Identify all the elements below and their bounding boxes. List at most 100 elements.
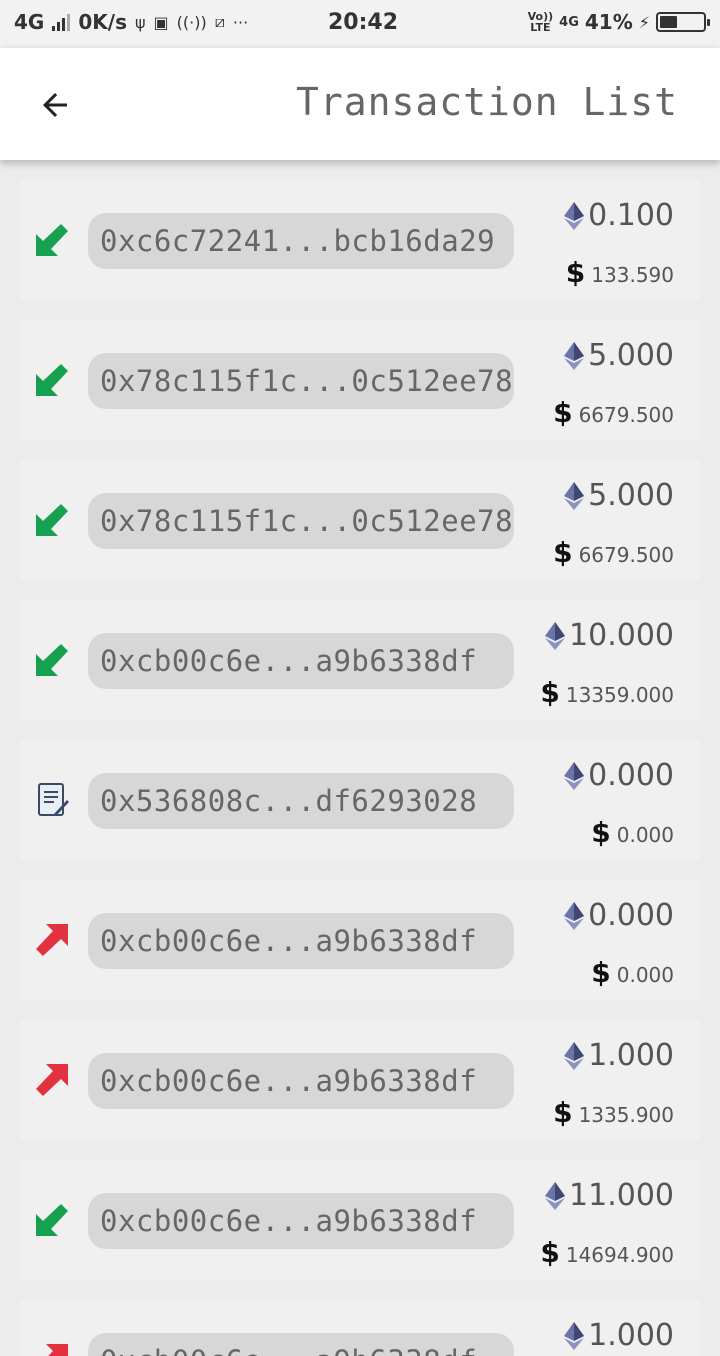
address-pill[interactable]: 0x78c115f1c...0c512ee78 <box>88 353 514 409</box>
dollar-icon: $ <box>540 1236 560 1269</box>
incoming-arrow-icon <box>32 360 72 400</box>
address-pill[interactable]: 0xcb00c6e...a9b6338df <box>88 913 514 969</box>
net-type-right: 4G <box>559 14 579 30</box>
eth-amount: 5.000 <box>564 478 674 513</box>
dollar-icon: $ <box>553 396 573 429</box>
battery-icon <box>656 12 710 32</box>
usd-value: 13359.000 <box>565 683 674 707</box>
ethereum-icon <box>545 1181 566 1210</box>
usd-amount: $14694.900 <box>540 1236 674 1269</box>
ethereum-icon <box>564 761 585 790</box>
transaction-list[interactable]: 0xc6c72241...bcb16da29 0.100 $133.590 0x78c… <box>0 160 720 1356</box>
address-pill[interactable]: 0xcb00c6e...a9b6338df <box>88 1333 514 1356</box>
clock: 20:42 <box>328 10 399 35</box>
page-title: Transaction List <box>295 80 678 124</box>
incoming-arrow-icon <box>32 500 72 540</box>
usb-icon: ψ <box>134 12 146 32</box>
dollar-icon: $ <box>553 536 573 569</box>
eth-value: 0.000 <box>588 758 674 793</box>
screenshot-icon: ⧄ <box>214 12 225 31</box>
address-pill[interactable]: 0xcb00c6e...a9b6338df <box>88 1053 514 1109</box>
eth-value: 1.000 <box>588 1318 674 1353</box>
address-pill[interactable]: 0x78c115f1c...0c512ee78 <box>88 493 514 549</box>
incoming-arrow-icon <box>32 1200 72 1240</box>
transaction-card[interactable]: 0x78c115f1c...0c512ee78 5.000 $6679.500 <box>20 320 700 440</box>
transaction-card[interactable]: 0x78c115f1c...0c512ee78 5.000 $6679.500 <box>20 460 700 580</box>
dollar-icon: $ <box>565 256 586 289</box>
eth-value: 11.000 <box>569 1178 674 1213</box>
usb-debug-icon: ▣ <box>153 12 169 32</box>
eth-amount: 0.100 <box>564 198 674 233</box>
ethereum-icon <box>545 621 566 650</box>
status-right: Vo)) LTE 4G 41% ⚡ <box>528 10 710 34</box>
signal-icon <box>52 13 71 31</box>
transaction-card[interactable]: 0xcb00c6e...a9b6338df 11.000 $14694.900 <box>20 1160 700 1280</box>
transaction-card[interactable]: 0xcb00c6e...a9b6338df 1.000 <box>20 1300 700 1356</box>
usd-amount: $6679.500 <box>553 396 674 429</box>
usd-amount: $0.000 <box>591 816 674 849</box>
eth-value: 5.000 <box>588 338 674 373</box>
dollar-icon: $ <box>553 1096 573 1129</box>
battery-percent: 41% <box>584 10 633 34</box>
transaction-card[interactable]: 0xcb00c6e...a9b6338df 10.000 $13359.000 <box>20 600 700 720</box>
transaction-card[interactable]: 0xcb00c6e...a9b6338df 1.000 $1335.900 <box>20 1020 700 1140</box>
usd-amount: $6679.500 <box>553 536 674 569</box>
volte-icon: Vo)) LTE <box>528 11 554 33</box>
eth-value: 1.000 <box>588 1038 674 1073</box>
incoming-arrow-icon <box>32 220 72 260</box>
more-icon: ··· <box>232 12 249 32</box>
usd-value: 0.000 <box>616 963 674 987</box>
ethereum-icon <box>564 1321 585 1350</box>
eth-value: 0.100 <box>588 198 674 233</box>
transaction-card[interactable]: 0xcb00c6e...a9b6338df 0.000 $0.000 <box>20 880 700 1000</box>
usd-value: 6679.500 <box>578 403 674 427</box>
eth-value: 5.000 <box>588 478 674 513</box>
eth-value: 0.000 <box>588 898 674 933</box>
back-button[interactable] <box>30 80 80 130</box>
incoming-arrow-icon <box>32 640 72 680</box>
usd-amount: $0.000 <box>591 956 674 989</box>
status-left: 4G 0K/s ψ ▣ ((·)) ⧄ ··· <box>14 10 248 34</box>
usd-value: 0.000 <box>616 823 674 847</box>
transaction-card[interactable]: 0xc6c72241...bcb16da29 0.100 $133.590 <box>20 180 700 300</box>
eth-amount: 10.000 <box>545 618 674 653</box>
eth-amount: 1.000 <box>564 1038 674 1073</box>
usd-value: 133.590 <box>591 263 674 287</box>
address-pill[interactable]: 0xcb00c6e...a9b6338df <box>88 633 514 689</box>
usd-amount: $1335.900 <box>553 1096 674 1129</box>
charging-icon: ⚡ <box>638 12 650 32</box>
arrow-left-icon <box>43 93 67 117</box>
outgoing-arrow-icon <box>32 1340 72 1356</box>
dollar-icon: $ <box>540 676 560 709</box>
hotspot-icon: ((·)) <box>176 12 207 32</box>
eth-amount: 5.000 <box>564 338 674 373</box>
address-pill[interactable]: 0x536808c...df6293028 <box>88 773 514 829</box>
network-speed: 0K/s <box>78 10 127 34</box>
app-bar: Transaction List <box>0 48 720 160</box>
usd-amount: $13359.000 <box>540 676 674 709</box>
eth-amount: 0.000 <box>564 758 674 793</box>
usd-value: 14694.900 <box>565 1243 674 1267</box>
usd-value: 6679.500 <box>578 543 674 567</box>
dollar-icon: $ <box>591 956 611 989</box>
eth-amount: 1.000 <box>564 1318 674 1353</box>
contract-document-icon <box>32 780 72 820</box>
eth-amount: 11.000 <box>545 1178 674 1213</box>
outgoing-arrow-icon <box>32 920 72 960</box>
ethereum-icon <box>564 901 585 930</box>
address-pill[interactable]: 0xc6c72241...bcb16da29 <box>88 213 514 269</box>
eth-amount: 0.000 <box>564 898 674 933</box>
status-bar: 4G 0K/s ψ ▣ ((·)) ⧄ ··· 20:42 Vo)) LTE 4… <box>0 0 720 48</box>
battery-fill <box>660 16 677 28</box>
ethereum-icon <box>564 481 585 510</box>
transaction-card[interactable]: 0x536808c...df6293028 0.000 $0.000 <box>20 740 700 860</box>
usd-value: 1335.900 <box>578 1103 674 1127</box>
ethereum-icon <box>564 201 585 230</box>
address-pill[interactable]: 0xcb00c6e...a9b6338df <box>88 1193 514 1249</box>
dollar-icon: $ <box>591 816 611 849</box>
ethereum-icon <box>564 341 585 370</box>
volte-bottom: LTE <box>530 21 551 34</box>
ethereum-icon <box>564 1041 585 1070</box>
eth-value: 10.000 <box>569 618 674 653</box>
usd-amount: $133.590 <box>566 256 674 289</box>
